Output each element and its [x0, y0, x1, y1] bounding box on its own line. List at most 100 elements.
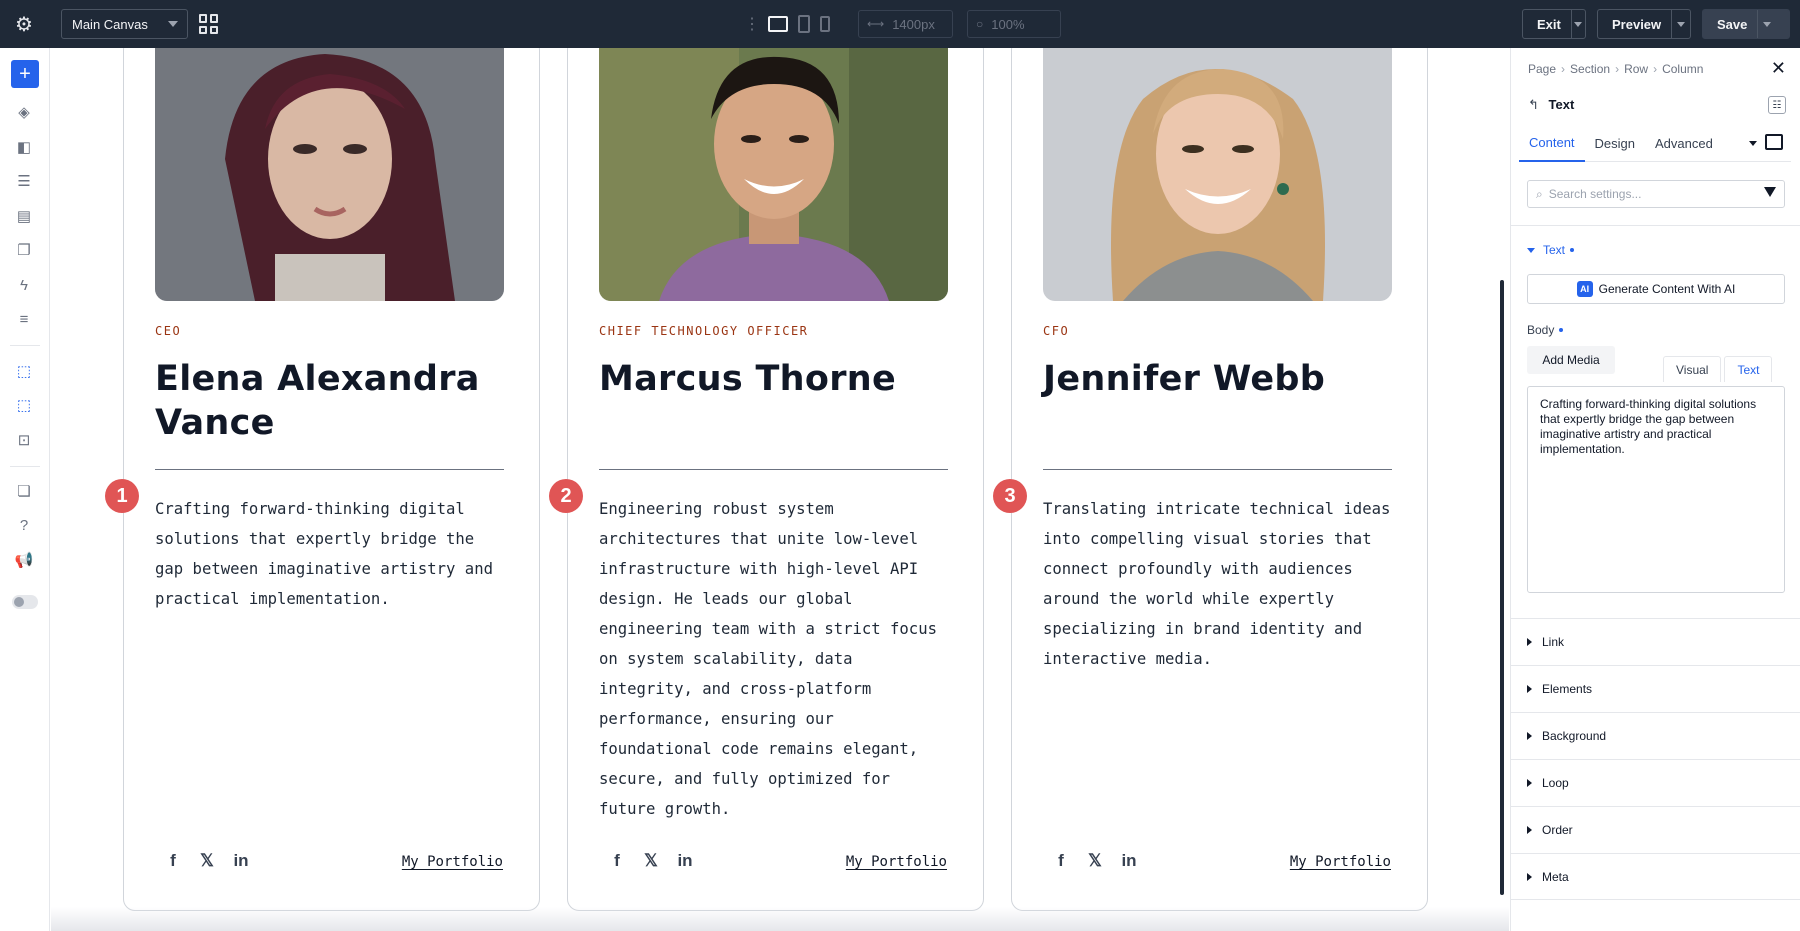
- tab-visual[interactable]: Visual: [1663, 356, 1722, 382]
- tab-text[interactable]: Text: [1724, 356, 1773, 382]
- search-input[interactable]: ⌕ Search settings...: [1527, 180, 1785, 208]
- filter-icon[interactable]: [1764, 187, 1776, 197]
- team-card[interactable]: CHIEF TECHNOLOGY OFFICER Marcus Thorne 2…: [549, 48, 984, 911]
- team-card[interactable]: CEO Elena Alexandra Vance 1 Crafting for…: [105, 48, 540, 911]
- chevron-down-icon[interactable]: [1749, 141, 1757, 146]
- group-elements[interactable]: Elements: [1511, 665, 1800, 712]
- linkedin-icon[interactable]: in: [1120, 851, 1138, 871]
- gear-icon[interactable]: ⚙: [0, 0, 48, 48]
- social-links: f 𝕏 in: [608, 851, 710, 871]
- tab-advanced[interactable]: Advanced: [1645, 124, 1723, 162]
- database-icon[interactable]: ☰: [13, 170, 35, 192]
- back-arrow-icon[interactable]: ↰: [1528, 97, 1539, 112]
- team-bio[interactable]: Crafting forward-thinking digital soluti…: [155, 494, 504, 614]
- facebook-icon[interactable]: f: [1052, 851, 1070, 871]
- chevron-down-icon: [168, 21, 178, 27]
- modified-dot: [1570, 248, 1575, 252]
- team-role: CFO: [1043, 324, 1070, 338]
- exit-options-icon[interactable]: [1570, 10, 1585, 38]
- save-options-icon[interactable]: [1757, 10, 1775, 38]
- search-placeholder: Search settings...: [1548, 187, 1642, 201]
- desktop-view-icon[interactable]: [768, 16, 788, 32]
- portfolio-link[interactable]: My Portfolio: [846, 854, 947, 870]
- editor-mode-tabs: Visual Text: [1663, 356, 1775, 382]
- tablet-view-icon[interactable]: [798, 15, 810, 33]
- group-order[interactable]: Order: [1511, 806, 1800, 853]
- pages-icon[interactable]: ❐: [13, 239, 35, 261]
- team-bio[interactable]: Translating intricate technical ideas in…: [1043, 494, 1392, 674]
- grid-view-icon[interactable]: [199, 14, 219, 34]
- team-role: CHIEF TECHNOLOGY OFFICER: [599, 324, 809, 338]
- group-label: Link: [1542, 635, 1565, 649]
- add-element-button[interactable]: +: [11, 60, 39, 88]
- exit-button[interactable]: Exit: [1522, 9, 1586, 39]
- canvas-width-input[interactable]: ⟷ 1400px: [858, 10, 953, 38]
- zoom-input[interactable]: ○ 100%: [967, 10, 1061, 38]
- facebook-icon[interactable]: f: [608, 851, 626, 871]
- breadcrumb-section[interactable]: Section: [1570, 62, 1610, 76]
- wireframe-toggle-icon[interactable]: [1765, 134, 1783, 150]
- team-card[interactable]: CFO Jennifer Webb 3 Translating intricat…: [993, 48, 1428, 911]
- canvas-scrollbar[interactable]: [1500, 280, 1504, 895]
- tab-content[interactable]: Content: [1519, 124, 1585, 162]
- team-bio[interactable]: Engineering robust system architectures …: [599, 494, 948, 824]
- group-link[interactable]: Link: [1511, 618, 1800, 665]
- select-tool-icon[interactable]: ⬚: [13, 360, 35, 382]
- group-text-header[interactable]: Text: [1527, 243, 1575, 257]
- layers-icon[interactable]: ◈: [13, 101, 35, 123]
- add-media-button[interactable]: Add Media: [1527, 346, 1615, 374]
- breadcrumb-page[interactable]: Page: [1528, 62, 1556, 76]
- body-textarea[interactable]: Crafting forward-thinking digital soluti…: [1527, 386, 1785, 593]
- group-label: Order: [1542, 823, 1573, 837]
- rail-divider: [10, 345, 40, 346]
- x-icon[interactable]: 𝕏: [1086, 851, 1104, 871]
- caret-right-icon: [1527, 826, 1532, 834]
- preview-options-icon[interactable]: [1671, 10, 1689, 38]
- drag-handle-icon[interactable]: ⋮: [744, 14, 760, 34]
- body-field-label: Body: [1527, 323, 1564, 337]
- team-role: CEO: [155, 324, 182, 338]
- forms-icon[interactable]: ▤: [13, 205, 35, 227]
- social-links: f 𝕏 in: [164, 851, 266, 871]
- group-meta[interactable]: Meta: [1511, 853, 1800, 900]
- announcement-icon[interactable]: 📢: [13, 549, 35, 571]
- linkedin-icon[interactable]: in: [676, 851, 694, 871]
- x-icon[interactable]: 𝕏: [198, 851, 216, 871]
- canvas-select[interactable]: Main Canvas: [61, 9, 188, 39]
- save-button[interactable]: Save: [1702, 9, 1790, 39]
- preview-button[interactable]: Preview: [1597, 9, 1691, 39]
- step-badge: 1: [105, 479, 139, 513]
- preview-settings-icon[interactable]: ⊡: [13, 429, 35, 451]
- tab-design[interactable]: Design: [1585, 124, 1645, 162]
- settings-tabs: Content Design Advanced: [1519, 124, 1791, 162]
- phone-view-icon[interactable]: [820, 16, 830, 32]
- chevron-right-icon: ›: [1653, 62, 1658, 76]
- modified-dot: [1559, 328, 1564, 332]
- facebook-icon[interactable]: f: [164, 851, 182, 871]
- team-name: Elena Alexandra Vance: [155, 359, 480, 443]
- group-loop[interactable]: Loop: [1511, 759, 1800, 806]
- body-label-text: Body: [1527, 323, 1555, 337]
- close-icon[interactable]: ✕: [1771, 58, 1786, 79]
- portfolio-link[interactable]: My Portfolio: [402, 854, 503, 870]
- interactions-icon[interactable]: ϟ: [13, 274, 35, 296]
- stack-icon[interactable]: ❏: [13, 480, 35, 502]
- generate-ai-button[interactable]: AI Generate Content With AI: [1527, 274, 1785, 304]
- element-options-icon[interactable]: ☷: [1768, 96, 1786, 114]
- breadcrumb-column[interactable]: Column: [1662, 62, 1703, 76]
- help-icon[interactable]: ?: [13, 514, 35, 536]
- multi-select-icon[interactable]: ⬚: [13, 394, 35, 416]
- width-arrows-icon: ⟷: [867, 17, 885, 31]
- caret-right-icon: [1527, 872, 1532, 881]
- portfolio-link[interactable]: My Portfolio: [1290, 854, 1391, 870]
- breadcrumb-row[interactable]: Row: [1624, 62, 1648, 76]
- outline-icon[interactable]: ≡: [13, 308, 35, 330]
- theme-toggle[interactable]: [12, 595, 38, 609]
- linkedin-icon[interactable]: in: [232, 851, 250, 871]
- design-library-icon[interactable]: ◧: [13, 136, 35, 158]
- builder-canvas: CEO Elena Alexandra Vance 1 Crafting for…: [51, 48, 1509, 931]
- group-background[interactable]: Background: [1511, 712, 1800, 759]
- top-toolbar: ⚙ Main Canvas ⋮ ⟷ 1400px ○ 100% Exit Pre…: [0, 0, 1800, 48]
- x-icon[interactable]: 𝕏: [642, 851, 660, 871]
- caret-down-icon: [1527, 247, 1535, 253]
